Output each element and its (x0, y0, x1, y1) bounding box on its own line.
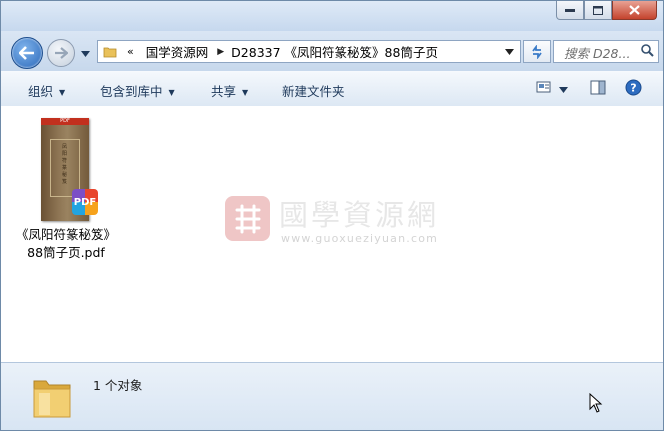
folder-icon (33, 380, 71, 418)
chevron-down-icon (559, 87, 568, 93)
refresh-button[interactable] (523, 40, 551, 63)
minimize-button[interactable] (556, 1, 584, 20)
explorer-window: « 国学资源网 ▶ D28337 《凤阳符篆秘笈》88筒子页 搜索 D28...… (0, 0, 664, 431)
pdf-file-icon: PDF (72, 189, 98, 215)
view-options-dropdown[interactable] (559, 81, 568, 96)
pdf-badge-label: PDF (73, 196, 97, 208)
title-bar (1, 1, 663, 31)
mouse-cursor-icon (589, 393, 603, 413)
breadcrumb-item-guoxue[interactable]: 国学资源网 (146, 42, 209, 61)
share-button[interactable]: 共享 ▼ (211, 81, 248, 100)
maximize-icon (593, 5, 603, 15)
new-folder-button[interactable]: 新建文件夹 (282, 81, 345, 100)
minimize-icon (565, 9, 575, 12)
preview-pane-icon (590, 80, 606, 95)
organize-menu-button[interactable]: 组织 ▼ (28, 81, 65, 100)
object-count: 1 个对象 (93, 378, 143, 393)
help-button[interactable]: ? (625, 79, 642, 99)
organize-label: 组织 (28, 84, 54, 99)
breadcrumb: « 国学资源网 ▶ D28337 《凤阳符篆秘笈》88筒子页 (117, 41, 438, 62)
address-bar[interactable]: « 国学资源网 ▶ D28337 《凤阳符篆秘笈》88筒子页 (97, 40, 521, 63)
thumb-banner: PDF (60, 118, 70, 124)
breadcrumb-separator-icon[interactable]: ▶ (217, 47, 224, 57)
watermark-title: 國學資源網 (279, 198, 440, 232)
watermark: 國學資源網 www.guoxueziyuan.com (225, 194, 445, 245)
recent-pages-dropdown[interactable] (81, 46, 90, 60)
forward-button[interactable] (47, 39, 75, 67)
window-controls (556, 1, 657, 20)
include-library-label: 包含到库中 (100, 84, 163, 99)
search-placeholder: 搜索 D28... (564, 46, 631, 61)
svg-text:?: ? (630, 82, 636, 95)
chevron-down-icon: ▼ (242, 88, 249, 97)
watermark-url: www.guoxueziyuan.com (281, 232, 439, 245)
watermark-seal-icon (225, 196, 270, 241)
close-icon (629, 5, 640, 15)
address-dropdown-icon[interactable] (505, 49, 514, 55)
maximize-button[interactable] (584, 1, 612, 20)
file-name: 《凤阳符篆秘笈》 88筒子页.pdf (11, 226, 121, 262)
breadcrumb-item-current[interactable]: D28337 《凤阳符篆秘笈》88筒子页 (231, 42, 438, 61)
thumb-title: 凤阳符篆秘笈 (62, 144, 68, 185)
back-button[interactable] (11, 37, 43, 69)
preview-pane-button[interactable] (590, 80, 606, 98)
chevron-down-icon: ▼ (59, 88, 66, 97)
change-view-button[interactable] (536, 80, 552, 97)
command-bar: 组织 ▼ 包含到库中 ▼ 共享 ▼ 新建文件夹 ? (1, 71, 663, 107)
share-label: 共享 (211, 84, 237, 99)
search-icon (641, 44, 654, 57)
forward-arrow-icon (55, 47, 68, 59)
file-list-pane[interactable]: PDF 凤阳符篆秘笈 PDF 《凤阳符篆秘笈》 88筒子页.pdf 國學資源網 … (1, 106, 663, 362)
close-button[interactable] (612, 1, 657, 20)
new-folder-label: 新建文件夹 (282, 84, 345, 99)
folder-icon (103, 47, 117, 57)
chevron-down-icon: ▼ (168, 88, 175, 97)
navigation-bar: « 国学资源网 ▶ D28337 《凤阳符篆秘笈》88筒子页 搜索 D28... (1, 31, 663, 71)
refresh-icon (532, 44, 542, 59)
breadcrumb-overflow[interactable]: « (127, 45, 134, 58)
details-pane: 1 个对象 (1, 362, 663, 430)
search-input[interactable]: 搜索 D28... (553, 40, 659, 63)
view-icon (536, 81, 551, 93)
back-arrow-icon (19, 46, 34, 60)
include-in-library-button[interactable]: 包含到库中 ▼ (100, 81, 175, 100)
chevron-down-icon (81, 51, 90, 57)
file-name-line1: 《凤阳符篆秘笈》 (15, 227, 116, 242)
file-name-line2: 88筒子页.pdf (27, 245, 105, 260)
help-icon: ? (625, 79, 642, 96)
